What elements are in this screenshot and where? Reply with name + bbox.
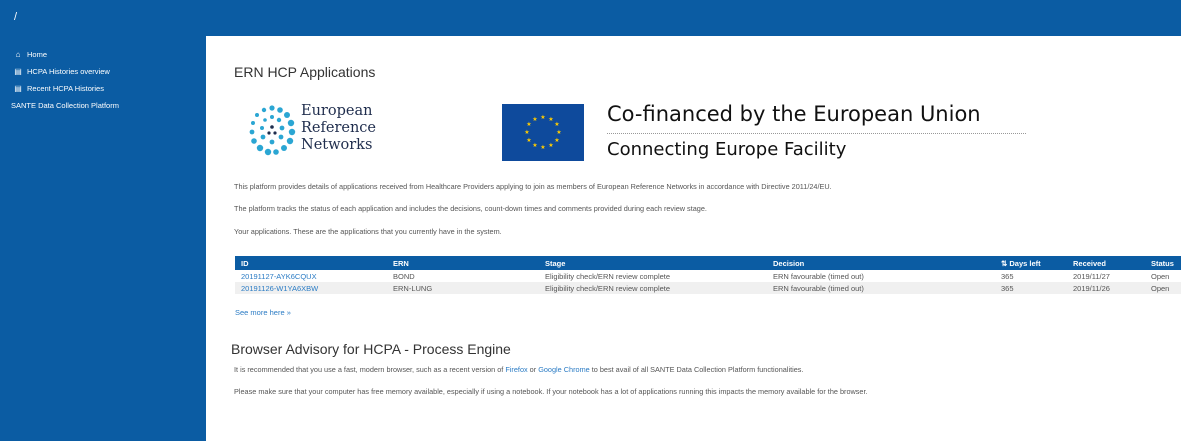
ern-logo-line3: Networks (301, 137, 373, 153)
ern-logo-line1: European (301, 103, 373, 119)
svg-text:★: ★ (540, 114, 545, 121)
cell-ern: ERN-LUNG (387, 282, 539, 294)
svg-text:★: ★ (548, 142, 553, 149)
advisory-line1: It is recommended that you use a fast, m… (234, 365, 803, 374)
sidebar-item-sante-platform[interactable]: SANTE Data Collection Platform (0, 97, 206, 114)
home-icon: ⌂ (15, 50, 21, 59)
svg-text:★: ★ (526, 137, 531, 144)
table-row: 20191126-W1YA6XBW ERN-LUNG Eligibility c… (235, 282, 1181, 294)
breadcrumb[interactable]: / (14, 11, 17, 23)
svg-text:★: ★ (548, 116, 553, 123)
cell-status: Open (1145, 270, 1181, 282)
sidebar-item-label: Home (27, 50, 48, 59)
svg-text:★: ★ (524, 129, 529, 136)
advisory-text-or: or (527, 365, 539, 374)
cell-received: 2019/11/26 (1067, 282, 1145, 294)
sidebar-item-label: HCPA Histories overview (27, 67, 110, 76)
firefox-link[interactable]: Firefox (505, 365, 527, 374)
column-header-stage[interactable]: Stage (539, 256, 767, 270)
advisory-title: Browser Advisory for HCPA - Process Engi… (231, 341, 511, 357)
column-header-status[interactable]: Status (1145, 256, 1181, 270)
intro-paragraph: This platform provides details of applic… (234, 182, 832, 191)
column-header-id[interactable]: ID (235, 256, 387, 270)
cell-stage: Eligibility check/ERN review complete (539, 270, 767, 282)
application-id-link[interactable]: 20191126-W1YA6XBW (241, 284, 318, 293)
svg-text:★: ★ (556, 129, 561, 136)
cofinanced-divider (607, 133, 1026, 134)
sidebar-item-hcpa-histories-overview[interactable]: ▤ HCPA Histories overview (0, 63, 206, 80)
ern-logo: European Reference Networks (244, 100, 434, 166)
sidebar-item-label: SANTE Data Collection Platform (11, 101, 119, 110)
sidebar-item-home[interactable]: ⌂ Home (0, 46, 206, 63)
advisory-line2: Please make sure that your computer has … (234, 387, 868, 396)
top-bar: / (0, 0, 1181, 36)
cell-received: 2019/11/27 (1067, 270, 1145, 282)
cell-id: 20191127-AYK6CQUX (235, 270, 387, 282)
column-header-days-left[interactable]: ⇅ Days left (995, 256, 1067, 270)
ern-dots-icon (249, 105, 296, 156)
sidebar-item-recent-hcpa-histories[interactable]: ▤ Recent HCPA Histories (0, 80, 206, 97)
svg-text:★: ★ (540, 144, 545, 151)
sidebar: ⌂ Home ▤ HCPA Histories overview ▤ Recen… (0, 36, 206, 441)
svg-text:★: ★ (526, 121, 531, 128)
main-content: ERN HCP Applications European Reference … (206, 36, 1181, 441)
column-header-days-left-label: Days left (1009, 258, 1041, 268)
eu-flag-icon: ★ ★★ ★★★ ★★★ ★★★ (502, 104, 584, 161)
page-title: ERN HCP Applications (234, 64, 376, 80)
applications-table: ID ERN Stage Decision ⇅ Days left Receiv… (235, 256, 1181, 294)
column-header-ern[interactable]: ERN (387, 256, 539, 270)
your-applications-paragraph: Your applications. These are the applica… (234, 227, 502, 236)
svg-text:★: ★ (532, 142, 537, 149)
svg-text:★: ★ (554, 137, 559, 144)
advisory-text-pre: It is recommended that you use a fast, m… (234, 365, 506, 374)
cell-status: Open (1145, 282, 1181, 294)
cell-id: 20191126-W1YA6XBW (235, 282, 387, 294)
see-more-link[interactable]: See more here » (235, 308, 291, 317)
cell-days-left: 365 (995, 282, 1067, 294)
cell-decision: ERN favourable (timed out) (767, 270, 995, 282)
application-id-link[interactable]: 20191127-AYK6CQUX (241, 272, 317, 281)
cofinanced-subtitle: Connecting Europe Facility (607, 139, 847, 160)
svg-text:★: ★ (554, 121, 559, 128)
chrome-link[interactable]: Google Chrome (538, 365, 590, 374)
histories-icon: ▤ (14, 67, 22, 76)
cell-stage: Eligibility check/ERN review complete (539, 282, 767, 294)
svg-text:★: ★ (532, 116, 537, 123)
column-header-received[interactable]: Received (1067, 256, 1145, 270)
cell-decision: ERN favourable (timed out) (767, 282, 995, 294)
cofinanced-title: Co-financed by the European Union (607, 102, 981, 126)
column-header-decision[interactable]: Decision (767, 256, 995, 270)
advisory-text-post: to best avail of all SANTE Data Collecti… (589, 365, 804, 374)
cell-days-left: 365 (995, 270, 1067, 282)
table-row: 20191127-AYK6CQUX BOND Eligibility check… (235, 270, 1181, 282)
sidebar-item-label: Recent HCPA Histories (27, 84, 104, 93)
cell-ern: BOND (387, 270, 539, 282)
ern-logo-line2: Reference (301, 120, 376, 136)
table-header-row: ID ERN Stage Decision ⇅ Days left Receiv… (235, 256, 1181, 270)
tracking-paragraph: The platform tracks the status of each a… (234, 204, 707, 213)
histories-icon: ▤ (14, 84, 22, 93)
